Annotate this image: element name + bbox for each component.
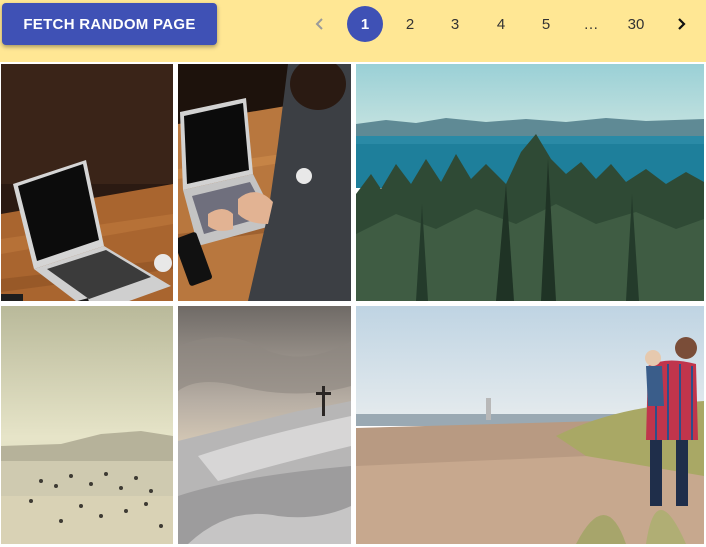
page-button-1[interactable]: 1 — [347, 6, 383, 42]
chevron-left-icon[interactable] — [302, 6, 338, 42]
page-button-4[interactable]: 4 — [483, 6, 519, 42]
gallery-image-person-typing[interactable] — [178, 64, 351, 301]
pagination: 1 2 3 4 5 … 30 — [0, 6, 706, 42]
page-button-3[interactable]: 3 — [437, 6, 473, 42]
gallery-image-misty-beach[interactable] — [1, 306, 173, 544]
page-button-5[interactable]: 5 — [528, 6, 564, 42]
pagination-ellipsis: … — [583, 15, 599, 33]
gallery-image-father-child-beach[interactable] — [356, 306, 704, 544]
gallery-image-snowy-hill[interactable] — [178, 306, 351, 544]
page-button-30[interactable]: 30 — [618, 6, 654, 42]
gallery-image-forest-sea[interactable] — [356, 64, 704, 301]
chevron-right-icon[interactable] — [663, 6, 699, 42]
gallery-image-laptop-desk[interactable] — [1, 64, 173, 301]
top-toolbar: FETCH RANDOM PAGE 1 2 3 4 5 … 30 — [0, 0, 706, 62]
page-button-2[interactable]: 2 — [392, 6, 428, 42]
